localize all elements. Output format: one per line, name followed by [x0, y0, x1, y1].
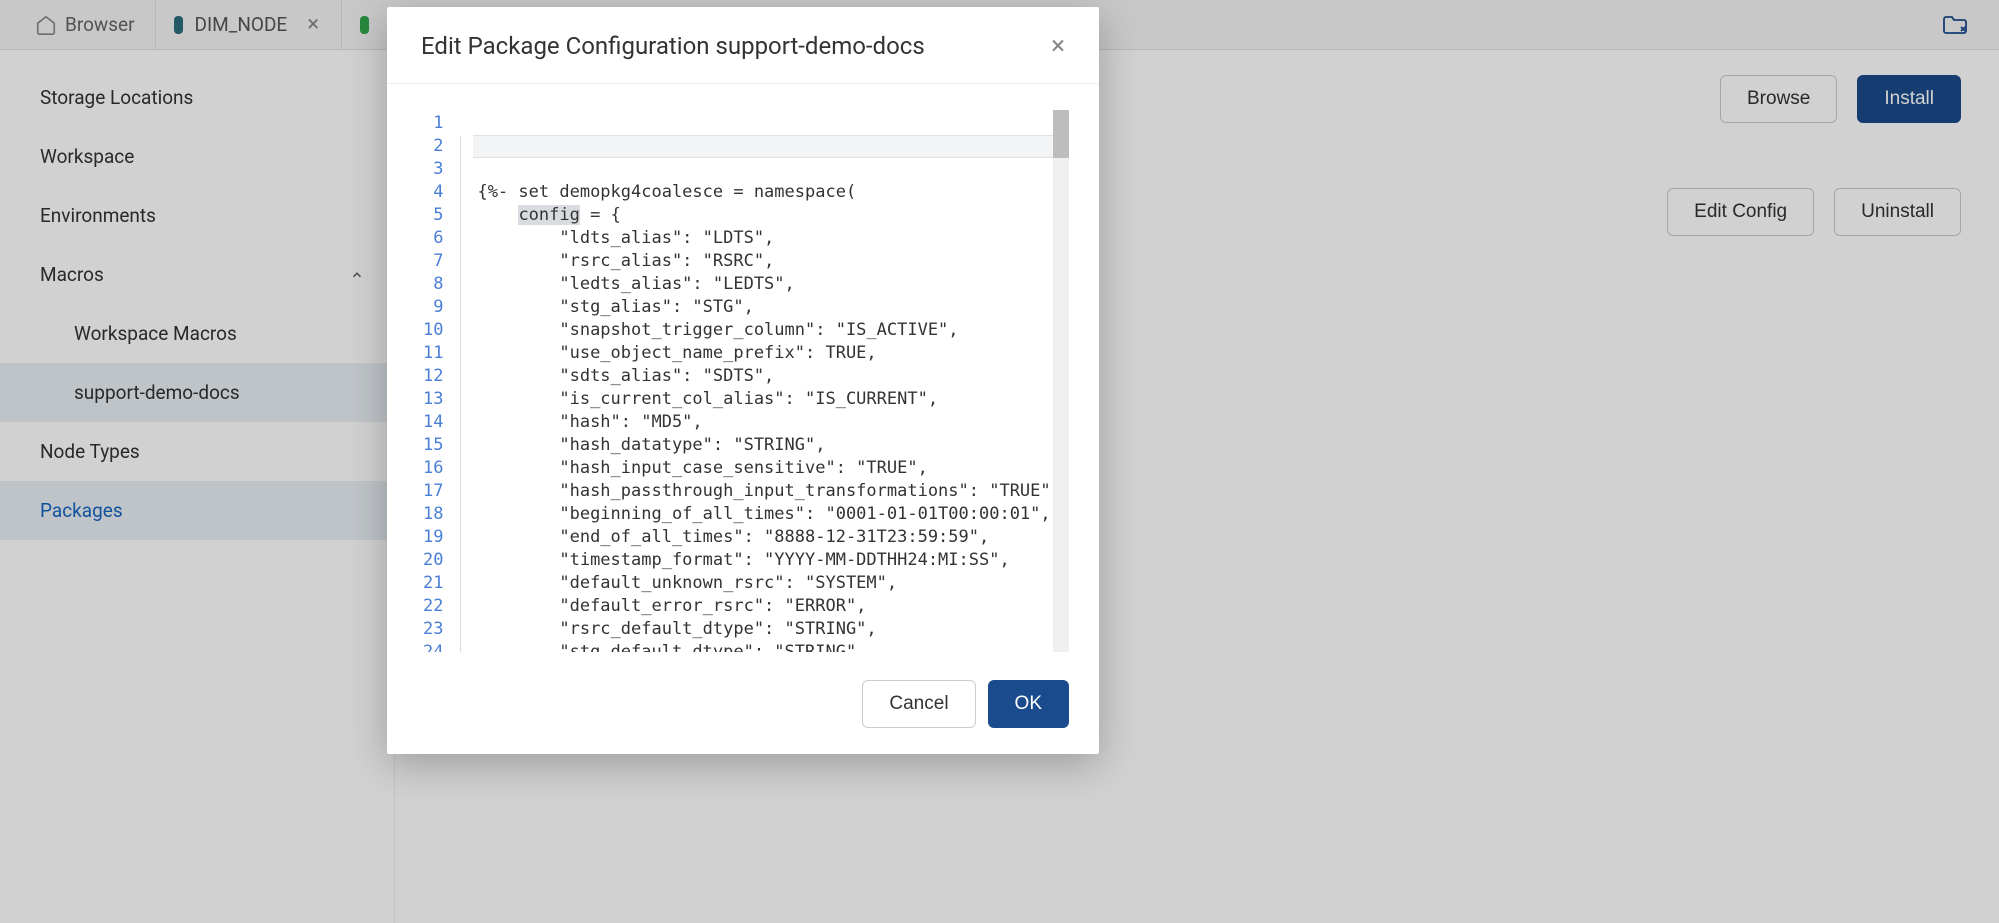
scrollbar-thumb[interactable] [1053, 110, 1069, 158]
scrollbar-vertical[interactable] [1053, 110, 1069, 652]
code-area[interactable]: {%- set demopkg4coalesce = namespace( co… [473, 110, 1069, 652]
edit-package-config-modal: Edit Package Configuration support-demo-… [387, 7, 1099, 754]
cancel-button[interactable]: Cancel [862, 680, 975, 728]
code-editor[interactable]: 123456789101112131415161718192021222324 … [417, 110, 1069, 652]
modal-title: Edit Package Configuration support-demo-… [421, 32, 925, 60]
close-icon[interactable]: × [1047, 27, 1069, 65]
line-gutter: 123456789101112131415161718192021222324 [417, 110, 455, 652]
ok-button[interactable]: OK [988, 680, 1069, 728]
